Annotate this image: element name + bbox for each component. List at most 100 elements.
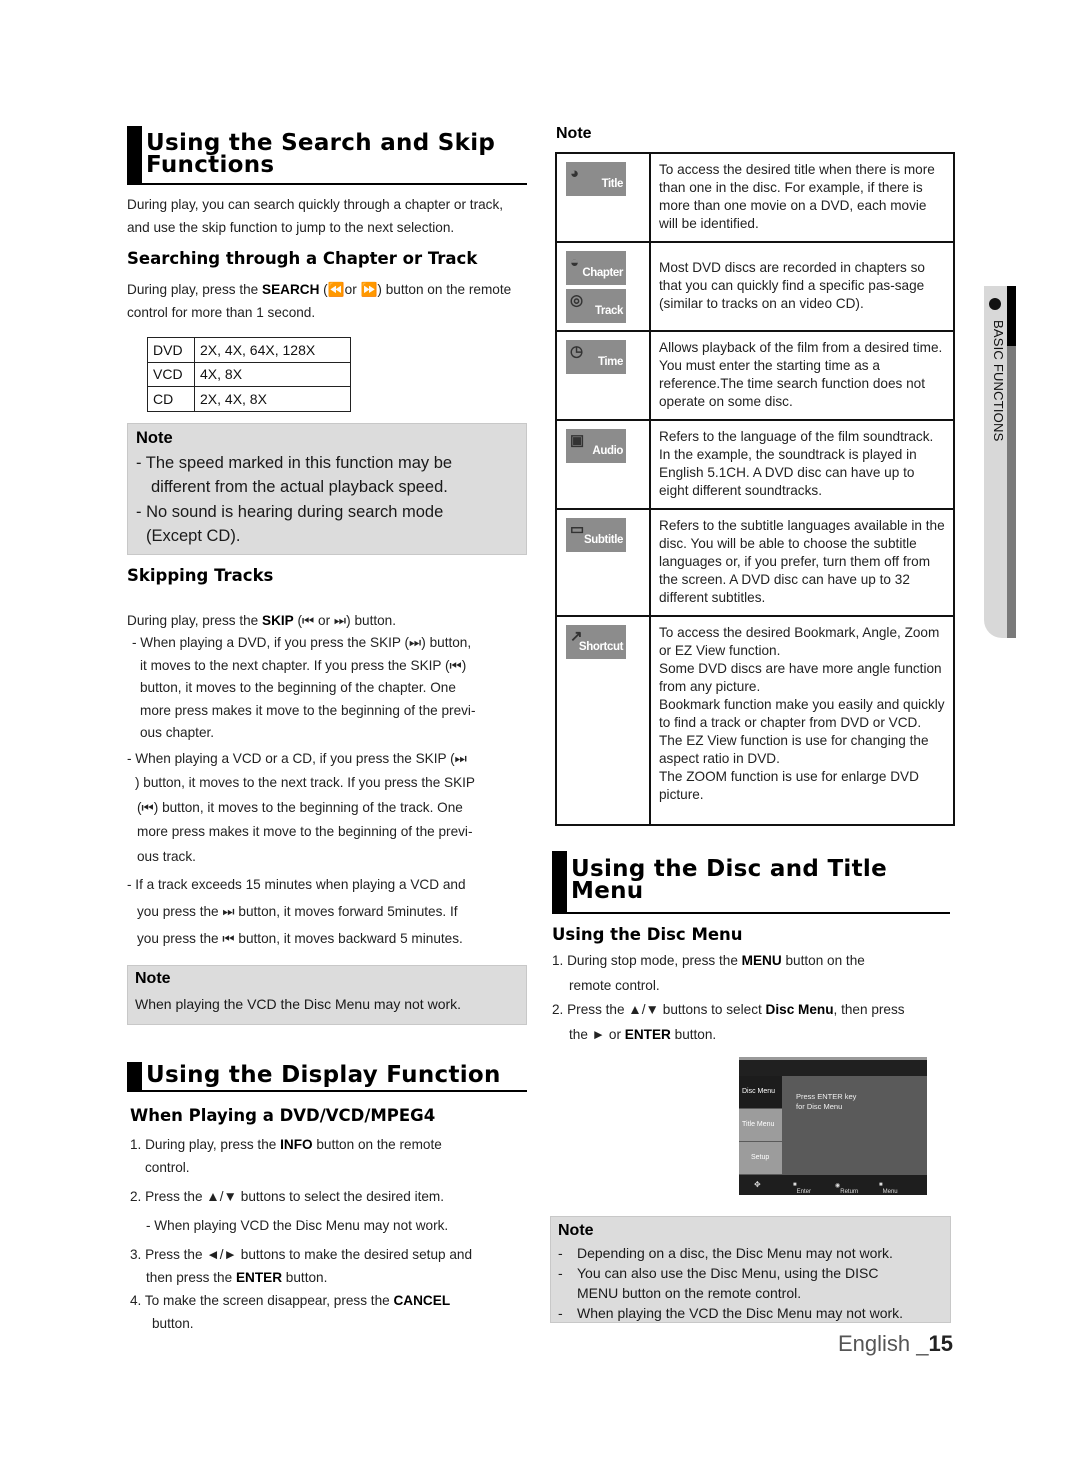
note-item: (Except CD). <box>146 527 241 545</box>
osd-item-setup: Setup <box>739 1142 782 1174</box>
icon-cell: ▣ Audio <box>555 419 651 510</box>
text: button on the remote <box>312 1137 442 1152</box>
table-row: ↗ Shortcut To access the desired Bookmark… <box>555 615 955 826</box>
text-line: - When playing a DVD, if you press the S… <box>132 635 472 650</box>
table-row: ▣ Audio Refers to the language of the fil… <box>555 419 955 510</box>
table-row: DVD 2X, 4X, 64X, 128X <box>147 337 351 363</box>
osd-message: Press ENTER key for Disc Menu <box>796 1092 856 1112</box>
chapter-glyph: ◒ <box>570 254 579 271</box>
icon-label: Time <box>597 356 623 368</box>
text: 2. Press the ▲/▼ buttons to select <box>552 1002 766 1017</box>
note-box-speed: Note - The speed marked in this function… <box>127 423 527 555</box>
table-row: CD 2X, 4X, 8X <box>147 386 351 412</box>
text-line: ous chapter. <box>140 725 215 740</box>
osd-footer-label: Menu <box>882 1189 898 1195</box>
note-box-vcd: Note When playing the VCD the Disc Menu … <box>127 965 527 1025</box>
step: 1. During stop mode, press the MENU butt… <box>552 949 952 974</box>
enter-key-label: ENTER <box>624 1026 671 1042</box>
osd-footer-enter: ■ Enter <box>793 1182 811 1195</box>
search-speed-table: DVD 2X, 4X, 64X, 128X VCD 4X, 8X CD 2X, 4X,… <box>147 337 351 412</box>
heading-dvd-vcd-mpeg4: When Playing a DVD/VCD/MPEG4 <box>130 1106 436 1125</box>
note-box-disc-menu: Note - Depending on a disc, the Disc Menu… <box>550 1216 951 1323</box>
text-line: - If a track exceeds 15 minutes when pla… <box>127 877 466 892</box>
osd-footer-label: Return <box>840 1189 859 1195</box>
function-description: Allows playback of the film from a desir… <box>649 330 955 421</box>
disc-menu-steps: 1. During stop mode, press the MENU butt… <box>552 949 952 1047</box>
disc-type: DVD <box>147 337 195 363</box>
function-description: Refers to the language of the film sound… <box>649 419 955 510</box>
text: button. <box>670 1026 717 1042</box>
text: , then press <box>833 1002 905 1017</box>
osd-footer-return: ◉ Return <box>835 1183 859 1195</box>
speeds: 2X, 4X, 64X, 128X <box>194 337 351 363</box>
note-title: Note <box>135 970 171 987</box>
clock-glyph: ◷ <box>570 343 583 360</box>
step: 2. Press the ▲/▼ buttons to select Disc … <box>552 998 952 1023</box>
text: (⏮ or ⏭) button. <box>293 613 397 628</box>
icon-label: Chapter <box>582 267 623 279</box>
note-item: different from the actual playback speed… <box>151 478 448 496</box>
text: During play, press the <box>127 282 262 297</box>
search-key-label: SEARCH <box>262 282 320 297</box>
audio-icon: ▣ Audio <box>566 429 626 463</box>
disc-type: VCD <box>147 361 195 387</box>
note-item: - No sound is hearing during search mode <box>136 502 444 521</box>
osd-message-line: Press ENTER key <box>796 1092 857 1101</box>
table-row: ◕ Title To access the desired title when … <box>555 152 955 243</box>
function-description: Refers to the subtitle languages availab… <box>649 508 955 617</box>
note-text: Depending on a disc, the Disc Menu may n… <box>577 1245 893 1261</box>
function-description: To access the desired title when there i… <box>649 152 955 243</box>
step-continuation: then press the ENTER button. <box>130 1266 530 1289</box>
step-continuation: button. <box>152 1316 194 1331</box>
icon-cell: ◷ Time <box>555 330 651 421</box>
icon-cell: ▭ Subtitle <box>555 508 651 617</box>
icon-cell: ◕ Title <box>555 152 651 243</box>
function-description: Most DVD discs are recorded in chapters … <box>649 241 955 332</box>
text: During play, press the <box>127 613 262 628</box>
icon-cell: ↗ Shortcut <box>555 615 651 826</box>
text-line: you press the ⏮ button, it moves backwar… <box>137 931 463 946</box>
searching-text: During play, press the SEARCH (⏪or ⏩) bu… <box>127 278 522 324</box>
display-note-title: Note <box>556 125 592 142</box>
display-steps: 1. During play, press the INFO button on… <box>130 1133 530 1335</box>
text-line: ) button, it moves to the next track. If… <box>135 775 476 790</box>
cancel-key-label: CANCEL <box>393 1293 451 1308</box>
icon-label: Shortcut <box>578 641 623 653</box>
bullet-icon <box>989 298 1001 310</box>
heading-line: Functions <box>146 152 275 178</box>
heading-disc-title-menu: Using the Disc and Title Menu <box>552 851 950 914</box>
subtitle-glyph: ▭ <box>570 521 584 538</box>
page-footer: English _15 <box>838 1331 953 1357</box>
skipping-lead: During play, press the SKIP (⏮ or ⏭) but… <box>127 609 527 632</box>
function-description: To access the desired Bookmark, Angle, Z… <box>649 615 955 826</box>
text: button on the <box>781 953 865 968</box>
note-text: You can also use the Disc Menu, using th… <box>577 1265 879 1301</box>
osd-footer: ✥ ■ Enter ◉ Return ■ Menu <box>739 1175 927 1195</box>
osd-footer-menu: ■ Menu <box>879 1182 898 1195</box>
step-continuation: remote control. <box>569 977 660 993</box>
text-line: (⏮) button, it moves to the beginning of… <box>137 799 463 815</box>
heading-skipping: Skipping Tracks <box>127 566 274 585</box>
icon-label: Track <box>594 305 623 317</box>
icon-label: Title <box>601 178 624 190</box>
step-subnote: - When playing VCD the Disc Menu may not… <box>146 1218 449 1233</box>
heading-line: Using the Disc and Title <box>571 856 887 882</box>
heading-searching: Searching through a Chapter or Track <box>127 249 478 268</box>
heading-line: Using the Search and Skip <box>146 130 496 156</box>
heading-line: Menu <box>571 878 644 904</box>
title-icon: ◕ Title <box>566 162 626 196</box>
step: 3. Press the ◄/► buttons to make the des… <box>130 1247 473 1262</box>
osd-item-title-menu: Title Menu <box>739 1109 782 1141</box>
step: 2. Press the ▲/▼ buttons to select the d… <box>130 1189 445 1204</box>
note-title: Note <box>136 429 173 447</box>
section-tab-marker <box>1007 286 1016 346</box>
step: 1. During play, press the INFO button on… <box>130 1133 530 1156</box>
text-line: - When playing a VCD or a CD, if you pre… <box>127 750 467 766</box>
note-title: Note <box>558 1222 594 1239</box>
skip-key-label: SKIP <box>262 613 294 628</box>
text-line: ous track. <box>137 848 196 864</box>
disc-menu-screen: Disc Menu Title Menu Setup Press ENTER k… <box>739 1057 927 1195</box>
note-item: - The speed marked in this function may … <box>136 453 453 472</box>
track-icon: ◎ Track <box>566 289 626 323</box>
disc-menu-label: Disc Menu <box>765 1002 834 1017</box>
